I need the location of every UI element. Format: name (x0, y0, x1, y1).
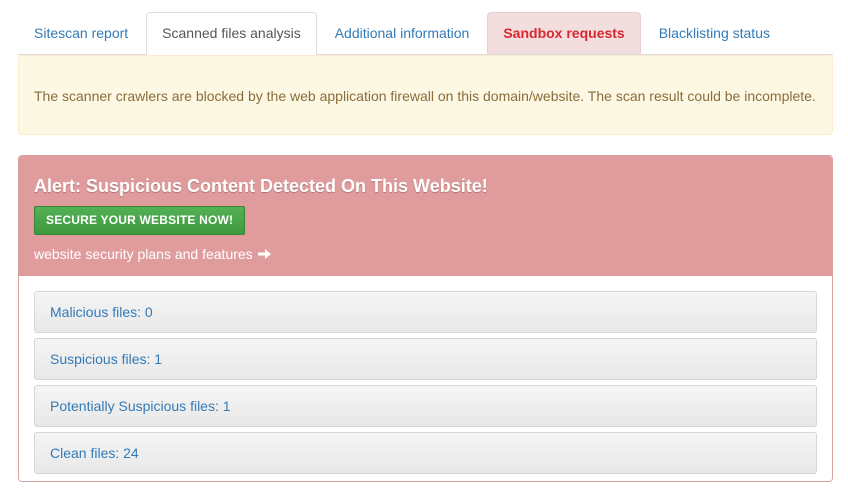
malicious-files-row[interactable]: Malicious files: 0 (34, 291, 817, 333)
arrow-right-icon (257, 248, 272, 260)
alert-header: Alert: Suspicious Content Detected On Th… (19, 156, 832, 276)
report-tabs: Sitescan report Scanned files analysis A… (18, 12, 833, 55)
firewall-warning-alert: The scanner crawlers are blocked by the … (18, 55, 833, 135)
tab-sitescan-report[interactable]: Sitescan report (18, 12, 144, 54)
potentially-suspicious-files-row[interactable]: Potentially Suspicious files: 1 (34, 385, 817, 427)
tab-sandbox-requests[interactable]: Sandbox requests (487, 12, 641, 54)
tab-additional-information[interactable]: Additional information (319, 12, 486, 54)
scan-report-container: Sitescan report Scanned files analysis A… (18, 12, 833, 482)
tab-scanned-files-analysis[interactable]: Scanned files analysis (146, 12, 317, 55)
security-plans-label: website security plans and features (34, 246, 253, 262)
secure-website-button[interactable]: SECURE YOUR WEBSITE NOW! (34, 206, 246, 235)
clean-files-row[interactable]: Clean files: 24 (34, 432, 817, 474)
file-summary-list: Malicious files: 0 Suspicious files: 1 P… (19, 276, 832, 481)
alert-title: Alert: Suspicious Content Detected On Th… (34, 176, 488, 196)
firewall-warning-text: The scanner crawlers are blocked by the … (34, 88, 816, 104)
suspicious-content-panel: Alert: Suspicious Content Detected On Th… (18, 155, 833, 482)
security-plans-link[interactable]: website security plans and features (34, 246, 817, 262)
tab-blacklisting-status[interactable]: Blacklisting status (643, 12, 786, 54)
suspicious-files-row[interactable]: Suspicious files: 1 (34, 338, 817, 380)
